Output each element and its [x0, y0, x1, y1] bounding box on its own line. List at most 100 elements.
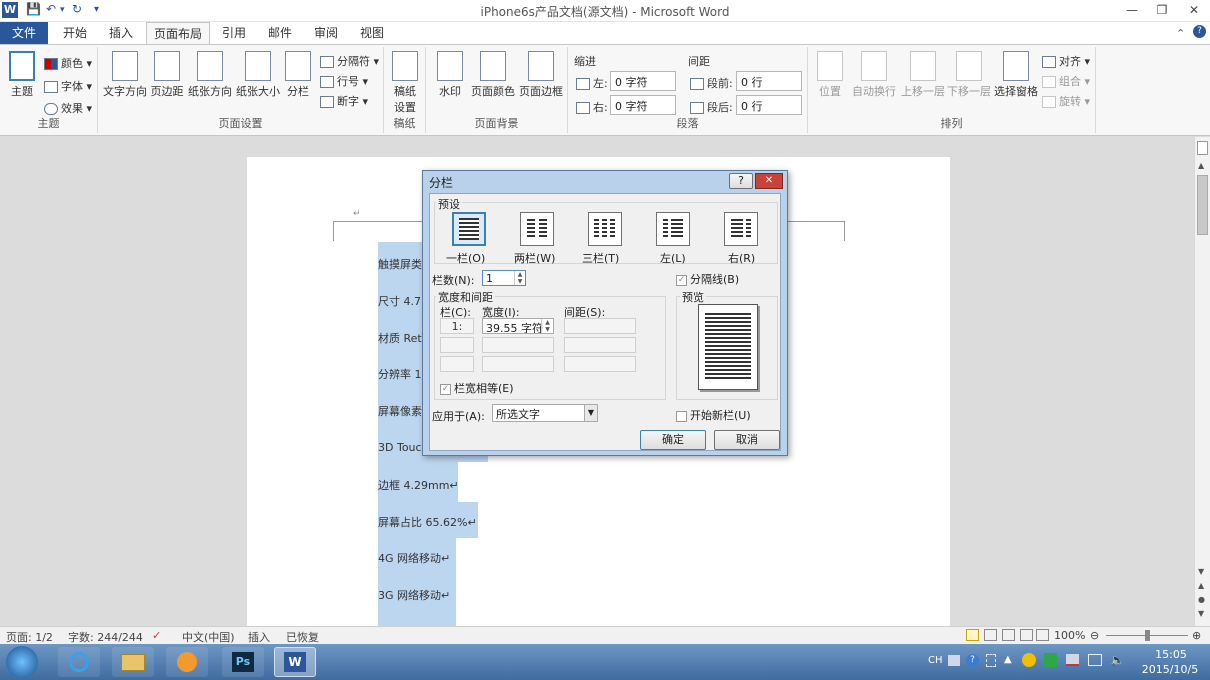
- size-button[interactable]: 纸张大小: [234, 51, 282, 99]
- position-button[interactable]: 位置: [814, 51, 846, 99]
- tab-page-layout[interactable]: 页面布局: [146, 22, 210, 45]
- outline-view-icon[interactable]: [1020, 629, 1033, 641]
- breaks-button[interactable]: 分隔符 ▾: [320, 53, 379, 69]
- ruler-toggle-icon[interactable]: [1197, 141, 1208, 155]
- show-hidden-icons-icon[interactable]: ▲: [1004, 654, 1012, 665]
- doc-line[interactable]: 4G 网络移动↵: [378, 550, 450, 566]
- dialog-help-button[interactable]: ?: [729, 173, 753, 189]
- preset-three[interactable]: [588, 212, 622, 246]
- dialog-close-icon[interactable]: ✕: [755, 173, 783, 189]
- preset-two[interactable]: [520, 212, 554, 246]
- page-color-button[interactable]: 页面颜色: [470, 51, 516, 99]
- tab-insert[interactable]: 插入: [100, 22, 142, 45]
- doc-line[interactable]: 3D Touch: [378, 441, 429, 454]
- watermark-button[interactable]: 水印: [432, 51, 468, 99]
- bring-forward-button[interactable]: 上移一层: [900, 51, 946, 99]
- draft-view-icon[interactable]: [1036, 629, 1049, 641]
- doc-line[interactable]: 屏幕像素: [378, 403, 422, 419]
- preset-one[interactable]: [452, 212, 486, 246]
- equal-width-checkbox[interactable]: ✓ 栏宽相等(E): [440, 380, 514, 396]
- scroll-up-icon[interactable]: ▲: [1198, 161, 1204, 170]
- explorer-icon[interactable]: [112, 647, 154, 677]
- next-page-icon[interactable]: ▼: [1198, 609, 1204, 618]
- spacing-before-input[interactable]: 0 行: [736, 71, 802, 91]
- web-layout-icon[interactable]: [1002, 629, 1015, 641]
- page-borders-button[interactable]: 页面边框: [518, 51, 564, 99]
- start-orb-icon[interactable]: [6, 646, 38, 678]
- insert-mode[interactable]: 插入: [248, 629, 270, 645]
- preset-left[interactable]: [656, 212, 690, 246]
- theme-effects-button[interactable]: 效果 ▾: [44, 100, 92, 116]
- doc-line[interactable]: 材质 Ret: [378, 330, 422, 346]
- selection-pane-button[interactable]: 选择窗格: [992, 51, 1040, 99]
- preset-right[interactable]: [724, 212, 758, 246]
- browse-object-icon[interactable]: ●: [1198, 595, 1205, 604]
- shield-icon[interactable]: [1044, 653, 1057, 667]
- vertical-scrollbar[interactable]: ▲ ▼ ▲ ● ▼: [1194, 137, 1210, 626]
- clock-date[interactable]: 2015/10/5: [1132, 663, 1208, 676]
- volume-icon[interactable]: 🔈: [1110, 653, 1125, 667]
- line-between-checkbox[interactable]: ✓ 分隔线(B): [676, 271, 739, 287]
- restore-icon[interactable]: ❐: [1148, 1, 1176, 19]
- scroll-down-icon[interactable]: ▼: [1198, 567, 1204, 576]
- action-center-icon[interactable]: [1066, 654, 1079, 666]
- cancel-button[interactable]: 取消: [714, 430, 780, 450]
- word-count[interactable]: 字数: 244/244: [68, 629, 143, 645]
- doc-line[interactable]: 边框 4.29mm↵: [378, 477, 459, 493]
- language-indicator[interactable]: 中文(中国): [182, 629, 235, 645]
- doc-line[interactable]: 触摸屏类: [378, 256, 422, 272]
- doc-line[interactable]: 屏幕占比 65.62%↵: [378, 514, 477, 530]
- tab-review[interactable]: 审阅: [306, 22, 346, 45]
- scroll-thumb[interactable]: [1197, 175, 1208, 235]
- columns-button[interactable]: 分栏: [282, 51, 314, 99]
- theme-colors-button[interactable]: 颜色 ▾: [44, 55, 92, 71]
- print-layout-view-icon[interactable]: [966, 629, 979, 641]
- zoom-in-icon[interactable]: ⊕: [1192, 629, 1201, 642]
- page-indicator[interactable]: 页面: 1/2: [6, 629, 53, 645]
- zoom-out-icon[interactable]: ⊖: [1090, 629, 1099, 642]
- tab-home[interactable]: 开始: [52, 22, 98, 45]
- wrap-text-button[interactable]: 自动换行: [848, 51, 900, 99]
- draft-settings-button[interactable]: 稿纸 设置: [388, 51, 422, 115]
- themes-button[interactable]: 主题: [4, 51, 40, 99]
- line-numbers-button[interactable]: 行号 ▾: [320, 73, 368, 89]
- indent-right-input[interactable]: 0 字符: [610, 95, 676, 115]
- apply-to-select[interactable]: 所选文字: [492, 404, 598, 422]
- indent-left-input[interactable]: 0 字符: [610, 71, 676, 91]
- rotate-button[interactable]: 旋转 ▾: [1042, 93, 1090, 109]
- doc-line[interactable]: 尺寸 4.7: [378, 293, 421, 309]
- minimize-icon[interactable]: —: [1118, 1, 1146, 19]
- tray-settings-icon[interactable]: [986, 654, 996, 667]
- hyphenation-button[interactable]: 断字 ▾: [320, 93, 368, 109]
- ie-icon[interactable]: [58, 647, 100, 677]
- group-objects-button[interactable]: 组合 ▾: [1042, 73, 1090, 89]
- margins-button[interactable]: 页边距: [148, 51, 186, 99]
- text-direction-button[interactable]: 文字方向: [102, 51, 148, 99]
- proofing-icon[interactable]: ✓: [152, 629, 161, 642]
- clock-time[interactable]: 15:05: [1140, 648, 1202, 661]
- ok-button[interactable]: 确定: [640, 430, 706, 450]
- col-width-spinner-1[interactable]: ▲ ▼: [541, 319, 553, 333]
- network-icon[interactable]: [1088, 654, 1102, 666]
- keyboard-icon[interactable]: [948, 655, 960, 666]
- orientation-button[interactable]: 纸张方向: [186, 51, 234, 99]
- ime-indicator[interactable]: CH: [928, 655, 943, 666]
- start-new-column-checkbox[interactable]: 开始新栏(U): [676, 407, 751, 423]
- zoom-slider-thumb[interactable]: [1145, 630, 1150, 641]
- tab-references[interactable]: 引用: [214, 22, 254, 45]
- apply-to-dropdown-icon[interactable]: ▼: [584, 405, 597, 421]
- photoshop-icon[interactable]: Ps: [222, 647, 264, 677]
- full-screen-reading-icon[interactable]: [984, 629, 997, 641]
- close-icon[interactable]: ✕: [1180, 1, 1208, 19]
- spacing-after-input[interactable]: 0 行: [736, 95, 802, 115]
- zoom-level[interactable]: 100%: [1054, 629, 1085, 642]
- theme-fonts-button[interactable]: 字体 ▾: [44, 78, 92, 94]
- tab-mailings[interactable]: 邮件: [260, 22, 300, 45]
- tab-view[interactable]: 视图: [352, 22, 392, 45]
- send-backward-button[interactable]: 下移一层: [946, 51, 992, 99]
- help-icon[interactable]: ?: [1193, 25, 1206, 38]
- align-button[interactable]: 对齐 ▾: [1042, 53, 1090, 69]
- tray-help-icon[interactable]: ?: [966, 654, 979, 667]
- word-icon[interactable]: W: [274, 647, 316, 677]
- doc-line[interactable]: 分辨率 1: [378, 366, 422, 382]
